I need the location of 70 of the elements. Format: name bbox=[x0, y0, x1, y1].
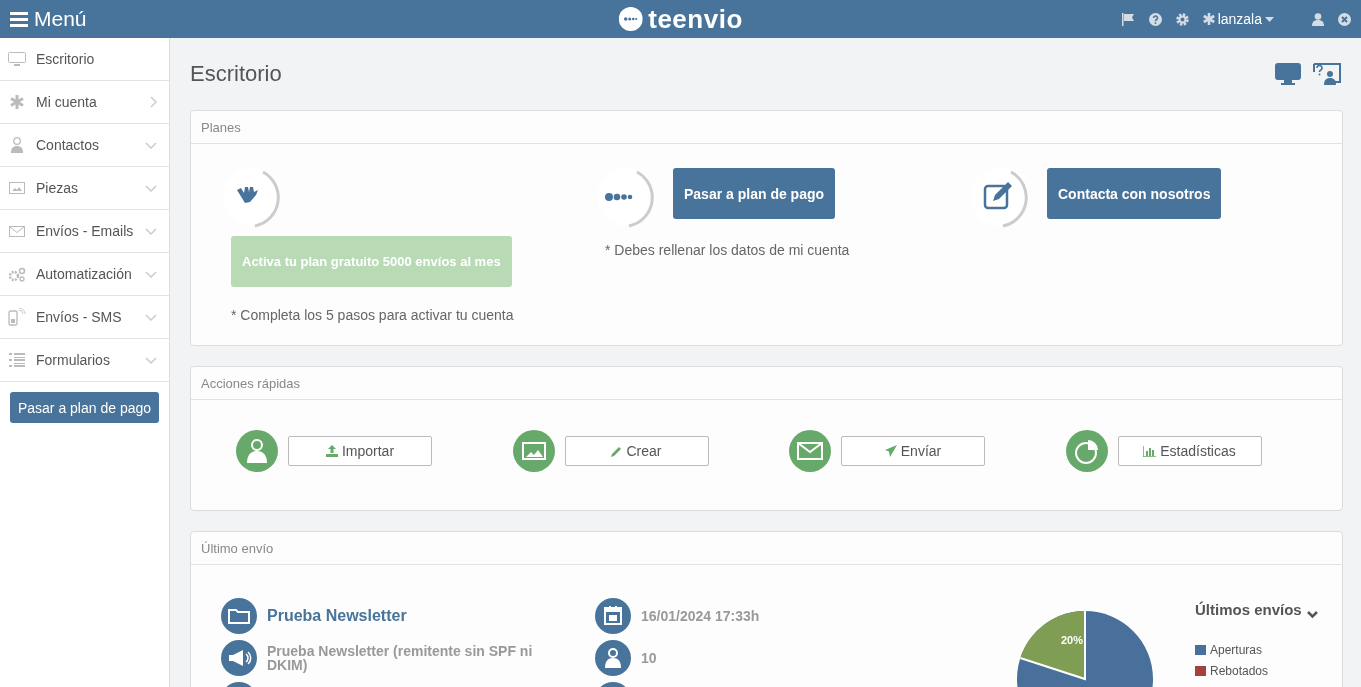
logo-text: teenvio bbox=[648, 3, 743, 35]
chevron-down-icon bbox=[145, 270, 157, 278]
campaign-subject: Prueba Newsletter (remitente sin SPF ni DKIM) bbox=[267, 644, 534, 672]
plan-note: * Debes rellenar los datos de mi cuenta bbox=[605, 242, 851, 258]
sidebar-item[interactable]: Contactos bbox=[0, 124, 169, 167]
monitor-icon[interactable] bbox=[1275, 63, 1301, 85]
sidebar-item[interactable]: Formularios bbox=[0, 339, 169, 382]
sidebar-item[interactable]: Envíos - Emails bbox=[0, 210, 169, 253]
asterisk-icon bbox=[1202, 13, 1215, 25]
sidebar-item[interactable]: Mi cuenta bbox=[0, 81, 169, 124]
pencil-icon bbox=[611, 445, 623, 457]
chevron-right-icon bbox=[150, 96, 157, 108]
sidebar-item[interactable]: Escritorio bbox=[0, 38, 169, 81]
user-icon[interactable] bbox=[1312, 12, 1324, 26]
recent-sends-dropdown[interactable]: Últimos envíos bbox=[1195, 600, 1318, 619]
monitor-icon bbox=[8, 52, 26, 66]
help-icon[interactable] bbox=[1148, 12, 1162, 26]
gears-icon bbox=[8, 266, 26, 282]
menu-icon bbox=[10, 11, 28, 27]
sidebar-item[interactable]: Piezas bbox=[0, 167, 169, 210]
upgrade-button[interactable]: Pasar a plan de pago bbox=[10, 392, 159, 423]
flag-icon[interactable] bbox=[1121, 12, 1135, 26]
chevron-down-icon bbox=[145, 184, 157, 192]
sidebar-item[interactable]: Automatización bbox=[0, 253, 169, 296]
chevron-down-icon bbox=[1306, 611, 1318, 619]
action-button[interactable]: Envíar bbox=[841, 436, 985, 466]
plan-note: * Completa los 5 pasos para activar tu cuenta bbox=[231, 307, 515, 323]
chevron-down-icon bbox=[145, 141, 157, 149]
user-menu[interactable]: lanzala bbox=[1202, 11, 1274, 27]
legend-label: Aperturas bbox=[1210, 643, 1263, 657]
panel-title: Último envío bbox=[201, 540, 274, 556]
chevron-down-icon bbox=[145, 313, 157, 321]
folder-icon bbox=[221, 598, 257, 634]
pie-chart-icon bbox=[1065, 430, 1108, 472]
settings-icon[interactable] bbox=[1175, 12, 1189, 26]
image-icon bbox=[9, 182, 25, 194]
panel-title: Planes bbox=[201, 119, 241, 135]
legend-label: Rebotados bbox=[1210, 664, 1269, 678]
person-icon bbox=[10, 137, 24, 153]
action-button[interactable]: Crear bbox=[564, 436, 709, 466]
action-button[interactable]: Importar bbox=[288, 436, 432, 466]
campaign-name[interactable]: Prueba Newsletter bbox=[267, 607, 407, 625]
chevron-down-icon bbox=[145, 356, 157, 364]
envelope-icon bbox=[9, 225, 25, 237]
bar-chart-icon bbox=[1143, 445, 1157, 457]
caret-icon bbox=[1265, 16, 1274, 22]
menu-button[interactable]: Menú bbox=[10, 7, 87, 31]
recipient-count: 10 bbox=[641, 651, 658, 665]
envelope-icon bbox=[789, 430, 831, 472]
asterisk-icon bbox=[10, 95, 24, 109]
upload-icon bbox=[325, 445, 338, 457]
list-icon bbox=[9, 353, 25, 367]
pie-percent-label: 20% bbox=[1061, 634, 1084, 646]
close-icon[interactable] bbox=[1338, 12, 1351, 26]
person-icon bbox=[236, 430, 278, 472]
image-icon bbox=[512, 430, 555, 472]
sidebar-item[interactable]: Envíos - SMS bbox=[0, 296, 169, 339]
action-button[interactable]: Estadísticas bbox=[1117, 436, 1262, 466]
logo-icon bbox=[618, 7, 643, 31]
chevron-down-icon bbox=[145, 227, 157, 235]
panel-title: Acciones rápidas bbox=[201, 375, 300, 391]
send-date: 16/01/2024 17:33h bbox=[641, 609, 761, 623]
person-icon bbox=[595, 640, 631, 676]
calendar-icon bbox=[595, 598, 631, 634]
mobile-phone-icon bbox=[8, 308, 26, 326]
help-screen-icon[interactable] bbox=[1313, 63, 1341, 85]
plan-button[interactable]: Contacta con nosotros bbox=[1047, 168, 1222, 219]
megaphone-icon bbox=[221, 640, 257, 676]
plan-button[interactable]: Pasar a plan de pago bbox=[673, 168, 836, 219]
page-title: Escritorio bbox=[190, 61, 283, 87]
